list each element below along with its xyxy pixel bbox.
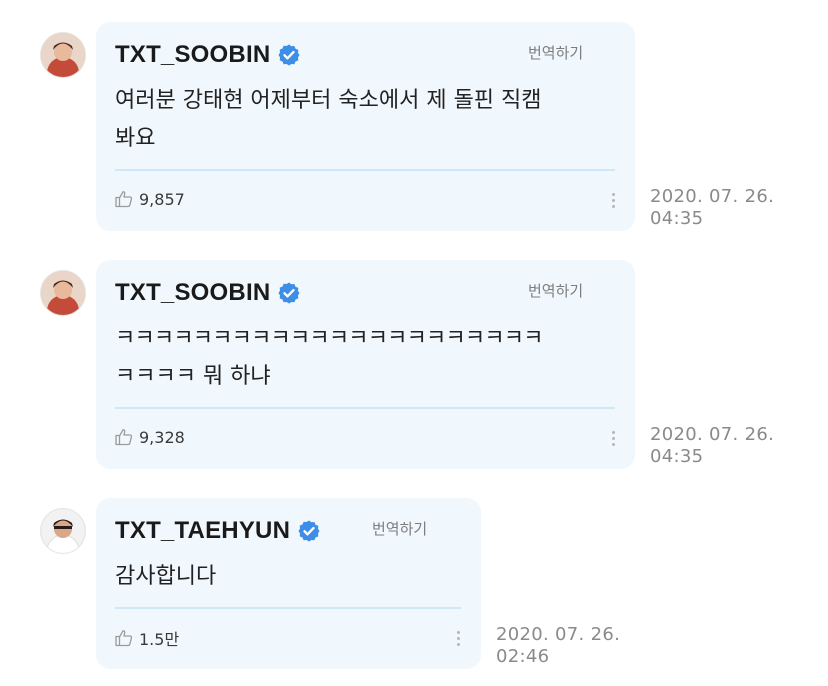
comment-bubble: TXT_TAEHYUN 번역하기 감사합니다 1.5만 <box>96 498 481 669</box>
comment-text: ㅋㅋㅋㅋㅋㅋㅋㅋㅋㅋㅋㅋㅋㅋㅋㅋㅋㅋㅋㅋㅋㅋ ㅋㅋㅋㅋ 뭐 하냐 <box>115 320 543 396</box>
divider <box>115 607 461 609</box>
comment-text: 감사합니다 <box>115 558 216 596</box>
timestamp-time: 04:35 <box>650 208 704 229</box>
thumbs-up-icon <box>115 191 133 208</box>
avatar[interactable] <box>40 32 86 78</box>
like-button[interactable]: 9,857 <box>114 189 185 209</box>
author-row: TXT_SOOBIN <box>115 41 301 69</box>
more-options-icon[interactable] <box>611 193 617 211</box>
like-button[interactable]: 9,328 <box>114 427 185 447</box>
username[interactable]: TXT_TAEHYUN <box>115 517 290 545</box>
comment-text-line: 여러분 강태현 어제부터 숙소에서 제 돌핀 직캠 <box>115 88 542 113</box>
like-count: 9,328 <box>139 427 185 447</box>
divider <box>115 169 615 171</box>
timestamp: 2020. 07. 26. 04:35 <box>650 186 774 230</box>
translate-button[interactable]: 번역하기 <box>528 42 583 63</box>
translate-button[interactable]: 번역하기 <box>372 518 427 539</box>
verified-badge-icon <box>298 520 320 542</box>
username[interactable]: TXT_SOOBIN <box>115 41 270 69</box>
like-count: 1.5만 <box>139 630 180 649</box>
username[interactable]: TXT_SOOBIN <box>115 279 270 307</box>
comment-text: 여러분 강태현 어제부터 숙소에서 제 돌핀 직캠 봐요 <box>115 82 542 158</box>
comment-text-line: ㅋㅋㅋㅋㅋㅋㅋㅋㅋㅋㅋㅋㅋㅋㅋㅋㅋㅋㅋㅋㅋㅋ <box>115 326 543 351</box>
like-count: 9,857 <box>139 189 185 209</box>
more-options-icon[interactable] <box>611 431 617 449</box>
author-row: TXT_TAEHYUN <box>115 517 321 545</box>
author-row: TXT_SOOBIN <box>115 279 301 307</box>
timestamp-time: 02:46 <box>496 646 550 667</box>
timestamp: 2020. 07. 26. 02:46 <box>496 624 620 668</box>
divider <box>115 407 615 409</box>
comment-bubble: TXT_SOOBIN 번역하기 ㅋㅋㅋㅋㅋㅋㅋㅋㅋㅋㅋㅋㅋㅋㅋㅋㅋㅋㅋㅋㅋㅋ ㅋ… <box>96 260 635 469</box>
avatar[interactable] <box>40 508 86 554</box>
thumbs-up-icon <box>115 630 133 647</box>
more-options-icon[interactable] <box>456 631 462 649</box>
timestamp-time: 04:35 <box>650 446 704 467</box>
timestamp-date: 2020. 07. 26. <box>650 424 775 445</box>
comment-bubble: TXT_SOOBIN 번역하기 여러분 강태현 어제부터 숙소에서 제 돌핀 직… <box>96 22 635 231</box>
avatar[interactable] <box>40 270 86 316</box>
thumbs-up-icon <box>115 429 133 446</box>
timestamp: 2020. 07. 26. 04:35 <box>650 424 774 468</box>
timestamp-date: 2020. 07. 26. <box>650 186 775 207</box>
translate-button[interactable]: 번역하기 <box>528 280 583 301</box>
like-button[interactable]: 1.5만 <box>114 626 179 650</box>
comment-text-line: ㅋㅋㅋㅋ 뭐 하냐 <box>115 364 271 389</box>
comment-text-line: 봐요 <box>115 126 156 151</box>
verified-badge-icon <box>278 282 300 304</box>
verified-badge-icon <box>278 44 300 66</box>
comment-text-line: 감사합니다 <box>115 564 217 589</box>
timestamp-date: 2020. 07. 26. <box>496 624 621 645</box>
